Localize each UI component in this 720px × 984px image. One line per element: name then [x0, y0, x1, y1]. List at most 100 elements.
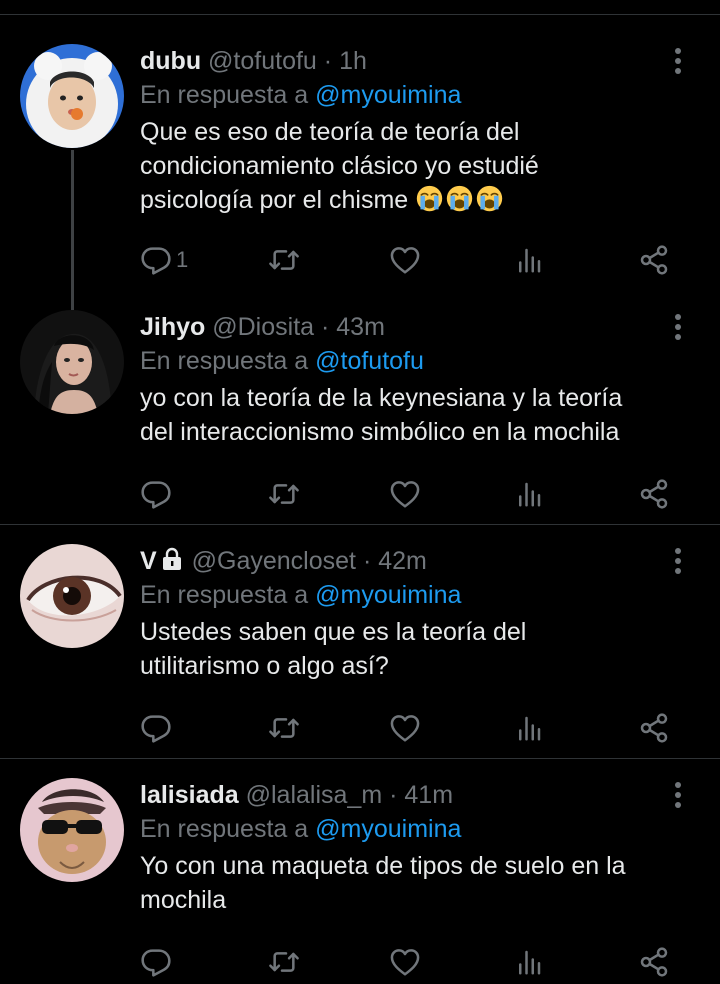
avatar[interactable] — [20, 544, 124, 648]
display-name[interactable]: dubu — [140, 47, 201, 75]
separator-dot: · — [389, 781, 398, 809]
reply-icon — [140, 712, 172, 744]
retweet-button[interactable] — [268, 708, 300, 748]
share-button[interactable] — [638, 240, 670, 280]
views-button[interactable] — [514, 240, 544, 280]
stats-icon — [514, 947, 544, 977]
avatar[interactable] — [20, 778, 124, 882]
stats-icon — [514, 713, 544, 743]
reply-icon — [140, 946, 172, 978]
reply-prefix: En respuesta a — [140, 347, 309, 375]
mention-link[interactable]: @myouimina — [315, 581, 461, 609]
share-icon — [638, 712, 670, 744]
separator-dot: · — [321, 313, 330, 341]
stats-icon — [514, 245, 544, 275]
lock-icon — [162, 547, 181, 570]
reply-prefix: En respuesta a — [140, 581, 309, 609]
reply-button[interactable]: 1 — [140, 240, 188, 280]
views-button[interactable] — [514, 708, 544, 748]
more-options-icon[interactable] — [667, 46, 689, 76]
retweet-icon — [268, 712, 300, 744]
reply-prefix: En respuesta a — [140, 81, 309, 109]
loudly-crying-face-icon — [475, 184, 504, 213]
retweet-icon — [268, 478, 300, 510]
tweet-actions — [140, 708, 700, 748]
tweet-content: V @Gayencloset · 42m En respuesta a @myo… — [140, 544, 700, 683]
dark-hair-portrait-avatar — [20, 310, 124, 414]
tweet-content: lalisiada @lalalisa_m · 41m En respuesta… — [140, 778, 700, 917]
tweet-header: lalisiada @lalalisa_m · 41m — [140, 778, 700, 812]
timestamp[interactable]: 1h — [339, 47, 367, 75]
retweet-button[interactable] — [268, 240, 300, 280]
views-button[interactable] — [514, 474, 544, 514]
mention-link[interactable]: @tofutofu — [315, 347, 424, 375]
loudly-crying-face-icon — [415, 184, 444, 213]
user-handle[interactable]: @tofutofu — [208, 47, 317, 75]
reply-button[interactable] — [140, 708, 176, 748]
mention-link[interactable]: @myouimina — [315, 81, 461, 109]
reply-button[interactable] — [140, 474, 176, 514]
tweet-text: Yo con una maqueta de tipos de suelo en … — [140, 852, 626, 914]
tweet-actions: 1 — [140, 240, 700, 280]
loudly-crying-face-icon — [445, 184, 474, 213]
like-button[interactable] — [389, 942, 421, 982]
reply-context: En respuesta a @tofutofu — [140, 344, 700, 378]
user-handle[interactable]: @Diosita — [212, 313, 314, 341]
reply-button[interactable] — [140, 942, 176, 982]
more-options-icon[interactable] — [667, 546, 689, 576]
share-button[interactable] — [638, 942, 670, 982]
avatar[interactable] — [20, 44, 124, 148]
reply-icon — [140, 244, 172, 276]
tweet-divider — [0, 524, 720, 525]
more-options-icon[interactable] — [667, 780, 689, 810]
stats-icon — [514, 479, 544, 509]
share-icon — [638, 244, 670, 276]
timestamp[interactable]: 41m — [404, 781, 453, 809]
share-button[interactable] — [638, 708, 670, 748]
views-button[interactable] — [514, 942, 544, 982]
like-button[interactable] — [389, 240, 421, 280]
reply-icon — [140, 478, 172, 510]
separator-dot: · — [362, 547, 372, 575]
tweet-actions — [140, 942, 700, 982]
mention-link[interactable]: @myouimina — [315, 815, 461, 843]
heart-icon — [389, 478, 421, 510]
cat-sunglasses-avatar — [20, 778, 124, 882]
tweet-text: Que es eso de teoría de teoría del condi… — [140, 115, 700, 217]
timestamp[interactable]: 43m — [336, 313, 385, 341]
tweet-actions — [140, 474, 700, 514]
reply-context: En respuesta a @myouimina — [140, 812, 700, 846]
tweet-content: dubu @tofutofu · 1h En respuesta a @myou… — [140, 44, 700, 217]
tweet-header: Jihyo @Diosita · 43m — [140, 310, 700, 344]
tweet-text: yo con la teoría de la keynesiana y la t… — [140, 384, 623, 446]
tweet-content: Jihyo @Diosita · 43m En respuesta a @tof… — [140, 310, 700, 449]
like-button[interactable] — [389, 474, 421, 514]
retweet-icon — [268, 946, 300, 978]
like-button[interactable] — [389, 708, 421, 748]
display-name[interactable]: Jihyo — [140, 313, 205, 341]
eye-closeup-avatar — [20, 544, 124, 648]
reply-context: En respuesta a @myouimina — [140, 578, 700, 612]
tweet-text: Ustedes saben que es la teoría del utili… — [140, 618, 527, 680]
user-handle[interactable]: @Gayencloset — [192, 547, 356, 575]
heart-icon — [389, 244, 421, 276]
tweet-divider — [0, 758, 720, 759]
tweet-header: V @Gayencloset · 42m — [140, 544, 700, 578]
more-options-icon[interactable] — [667, 312, 689, 342]
avatar[interactable] — [20, 310, 124, 414]
reply-count: 1 — [176, 247, 189, 272]
retweet-button[interactable] — [268, 474, 300, 514]
display-name[interactable]: V — [140, 547, 157, 575]
timestamp[interactable]: 42m — [378, 547, 427, 575]
tweet-header: dubu @tofutofu · 1h — [140, 44, 700, 78]
heart-icon — [389, 712, 421, 744]
heart-icon — [389, 946, 421, 978]
display-name[interactable]: lalisiada — [140, 781, 239, 809]
girl-white-hood-avatar — [20, 44, 124, 148]
retweet-button[interactable] — [268, 942, 300, 982]
separator-dot: · — [323, 47, 333, 75]
share-icon — [638, 478, 670, 510]
share-button[interactable] — [638, 474, 670, 514]
user-handle[interactable]: @lalalisa_m — [246, 781, 383, 809]
thread-connector — [71, 150, 74, 310]
